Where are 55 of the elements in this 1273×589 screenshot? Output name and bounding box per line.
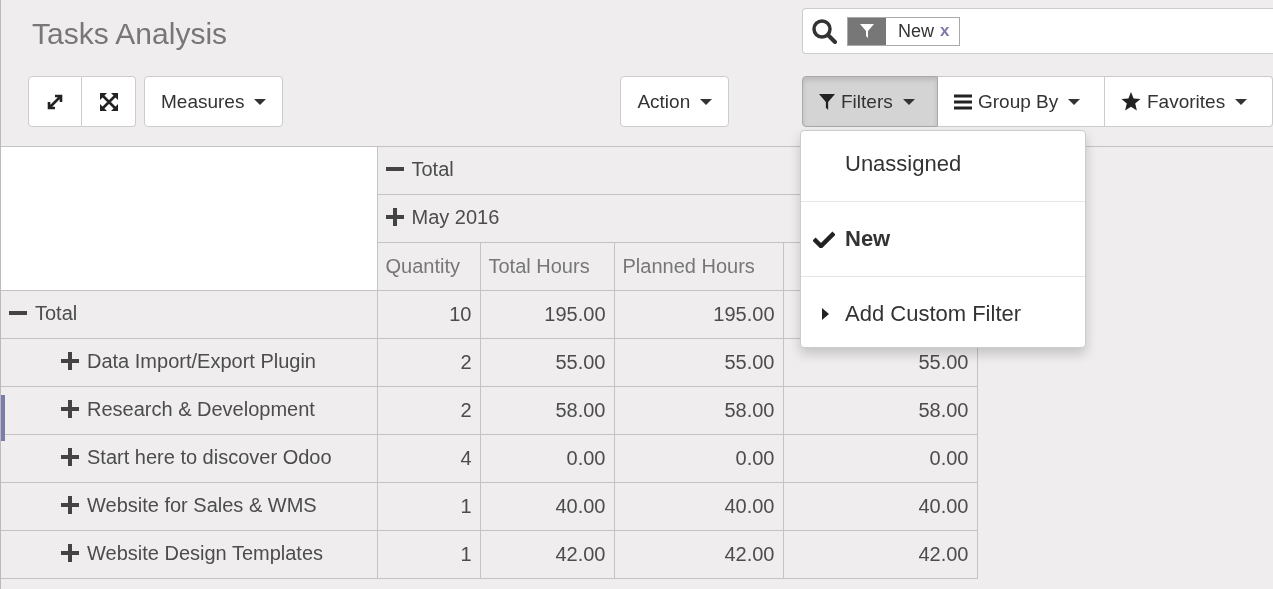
- checkmark-icon: [813, 230, 835, 248]
- search-field[interactable]: New x: [802, 8, 1273, 54]
- column-group-header[interactable]: May 2016: [385, 205, 500, 229]
- fullscreen-button[interactable]: [82, 76, 136, 127]
- table-cell: 10: [449, 303, 472, 325]
- table-cell: 58.00: [918, 399, 969, 421]
- caret-icon: [1235, 98, 1248, 105]
- table-cell: 0.00: [735, 447, 775, 469]
- table-cell: 0.00: [566, 447, 606, 469]
- page-title: Tasks Analysis: [32, 16, 229, 52]
- caret-right-icon: [822, 308, 829, 320]
- filter-menu-item[interactable]: New: [801, 206, 1085, 272]
- caret-icon: [902, 98, 915, 105]
- table-cell: 40.00: [918, 495, 969, 517]
- table-cell: 55.00: [555, 351, 606, 373]
- row-group-header[interactable]: Total: [9, 301, 78, 325]
- table-cell: 195.00: [544, 303, 606, 325]
- caret-icon: [700, 98, 713, 105]
- table-cell: 42.00: [724, 543, 775, 565]
- star-icon: [1121, 92, 1141, 111]
- table-cell: 42.00: [555, 543, 606, 565]
- search-icon: [811, 18, 837, 44]
- table-cell: 195.00: [713, 303, 775, 325]
- list-icon: [954, 93, 972, 110]
- caret-icon: [1068, 98, 1081, 105]
- table-cell: 40.00: [555, 495, 606, 517]
- table-cell: 2: [460, 351, 472, 373]
- expand-button[interactable]: [28, 76, 82, 127]
- filter-icon: [819, 93, 835, 110]
- table-cell: 1: [460, 495, 472, 517]
- remove-facet-button[interactable]: x: [940, 21, 960, 41]
- filter-menu-item[interactable]: Add Custom Filter: [801, 281, 1085, 347]
- filter-menu-item[interactable]: Unassigned: [801, 131, 1085, 197]
- facet-label: New: [897, 20, 935, 42]
- expand-arrows-icon: [98, 91, 119, 112]
- table-cell: 4: [460, 447, 472, 469]
- measures-button[interactable]: Measures: [144, 76, 284, 127]
- table-cell: 1: [460, 543, 472, 565]
- table-cell: 2: [460, 399, 472, 421]
- table-cell: 0.00: [929, 447, 969, 469]
- search-options-button[interactable]: Favorites: [1105, 76, 1273, 127]
- table-cell: 55.00: [724, 351, 775, 373]
- table-cell: 58.00: [724, 399, 775, 421]
- table-cell: 58.00: [555, 399, 606, 421]
- side-marker: [1, 395, 5, 441]
- search-options-button[interactable]: Filters: [802, 76, 938, 127]
- column-group-header[interactable]: Total: [385, 157, 454, 181]
- table-cell: 55.00: [918, 351, 969, 373]
- action-button[interactable]: Action: [620, 76, 730, 127]
- resize-arrows-icon: [46, 92, 64, 111]
- table-cell: 40.00: [724, 495, 775, 517]
- table-cell: 42.00: [918, 543, 969, 565]
- search-options-button[interactable]: Group By: [938, 76, 1105, 127]
- caret-icon: [254, 98, 267, 105]
- filter-icon: [860, 24, 874, 38]
